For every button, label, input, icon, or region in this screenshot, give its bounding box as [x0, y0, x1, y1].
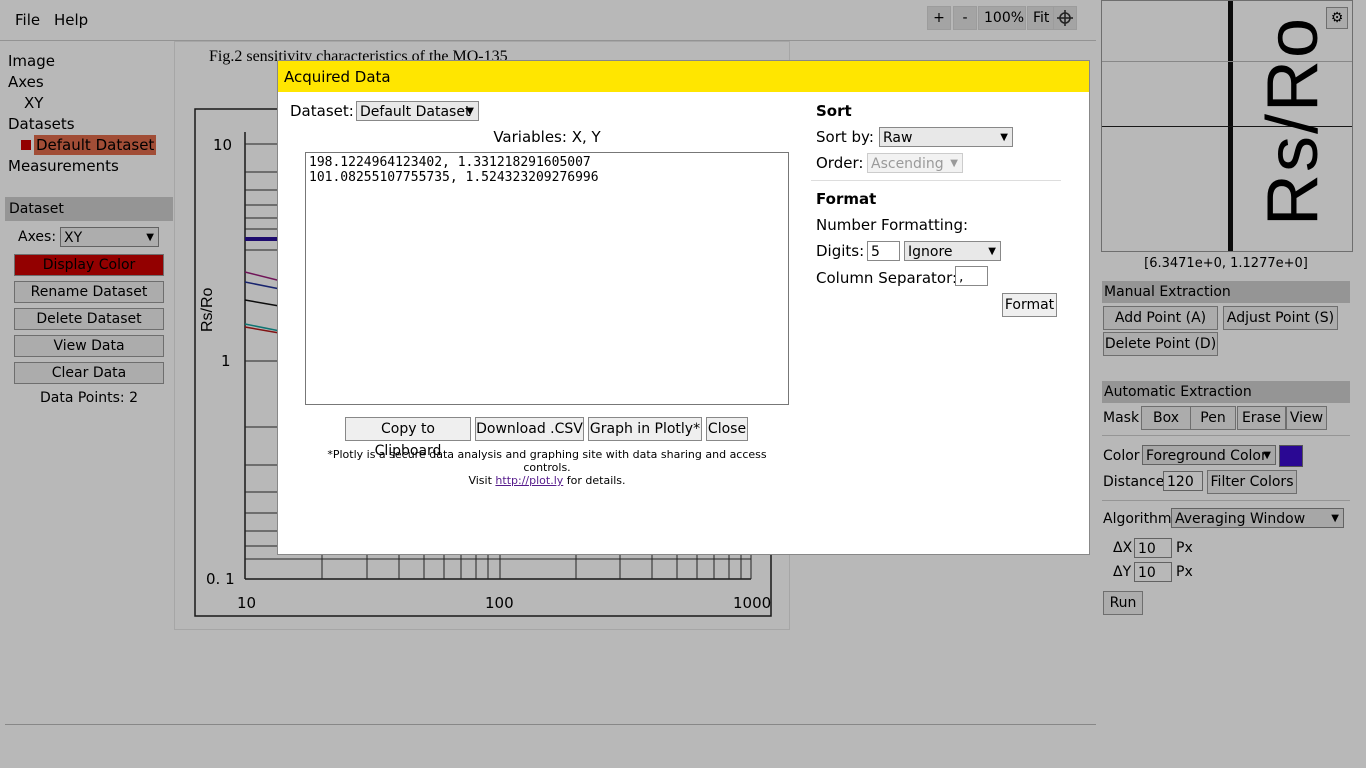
- visit-prefix: Visit: [468, 474, 492, 487]
- sort-header: Sort: [816, 102, 852, 120]
- sort-by-select[interactable]: Raw ▼: [879, 127, 1013, 147]
- dialog-title: Acquired Data: [278, 61, 1089, 92]
- dataset-select-value: Default Dataset: [360, 104, 471, 120]
- copy-to-clipboard-button[interactable]: Copy to Clipboard: [345, 417, 471, 459]
- order-label: Order:: [816, 154, 864, 172]
- chevron-down-icon: ▼: [988, 246, 996, 257]
- column-separator-label: Column Separator:: [816, 269, 958, 287]
- acquired-data-dialog: Acquired Data Dataset: Default Dataset ▼…: [277, 60, 1090, 555]
- separator: [811, 180, 1061, 181]
- dataset-select[interactable]: Default Dataset ▼: [356, 101, 479, 121]
- data-textarea[interactable]: 198.1224964123402, 1.331218291605007 101…: [305, 152, 789, 405]
- graph-in-plotly-button[interactable]: Graph in Plotly*: [588, 417, 702, 441]
- format-header: Format: [816, 190, 877, 208]
- chevron-down-icon: ▼: [950, 158, 958, 169]
- download-csv-button[interactable]: Download .CSV: [475, 417, 584, 441]
- plotly-note: *Plotly is a secure data analysis and gr…: [327, 448, 767, 474]
- visit-suffix: for details.: [566, 474, 626, 487]
- sort-by-value: Raw: [883, 130, 913, 146]
- order-select[interactable]: Ascending ▼: [867, 153, 963, 173]
- number-formatting-label: Number Formatting:: [816, 216, 969, 234]
- digits-mode-value: Ignore: [908, 244, 953, 260]
- digits-mode-select[interactable]: Ignore ▼: [904, 241, 1001, 261]
- plotly-visit-line: Visit http://plot.ly for details.: [305, 474, 789, 487]
- digits-input[interactable]: 5: [867, 241, 900, 261]
- chevron-down-icon: ▼: [1000, 132, 1008, 143]
- variables-label: Variables: X, Y: [493, 128, 601, 146]
- sort-by-label: Sort by:: [816, 128, 874, 146]
- column-separator-input[interactable]: ,: [955, 266, 988, 286]
- format-button[interactable]: Format: [1002, 293, 1057, 317]
- chevron-down-icon: ▼: [466, 106, 474, 117]
- dataset-label: Dataset:: [290, 102, 354, 120]
- digits-label: Digits:: [816, 242, 865, 260]
- plotly-link[interactable]: http://plot.ly: [495, 474, 563, 487]
- close-button[interactable]: Close: [706, 417, 748, 441]
- order-value: Ascending: [871, 156, 944, 172]
